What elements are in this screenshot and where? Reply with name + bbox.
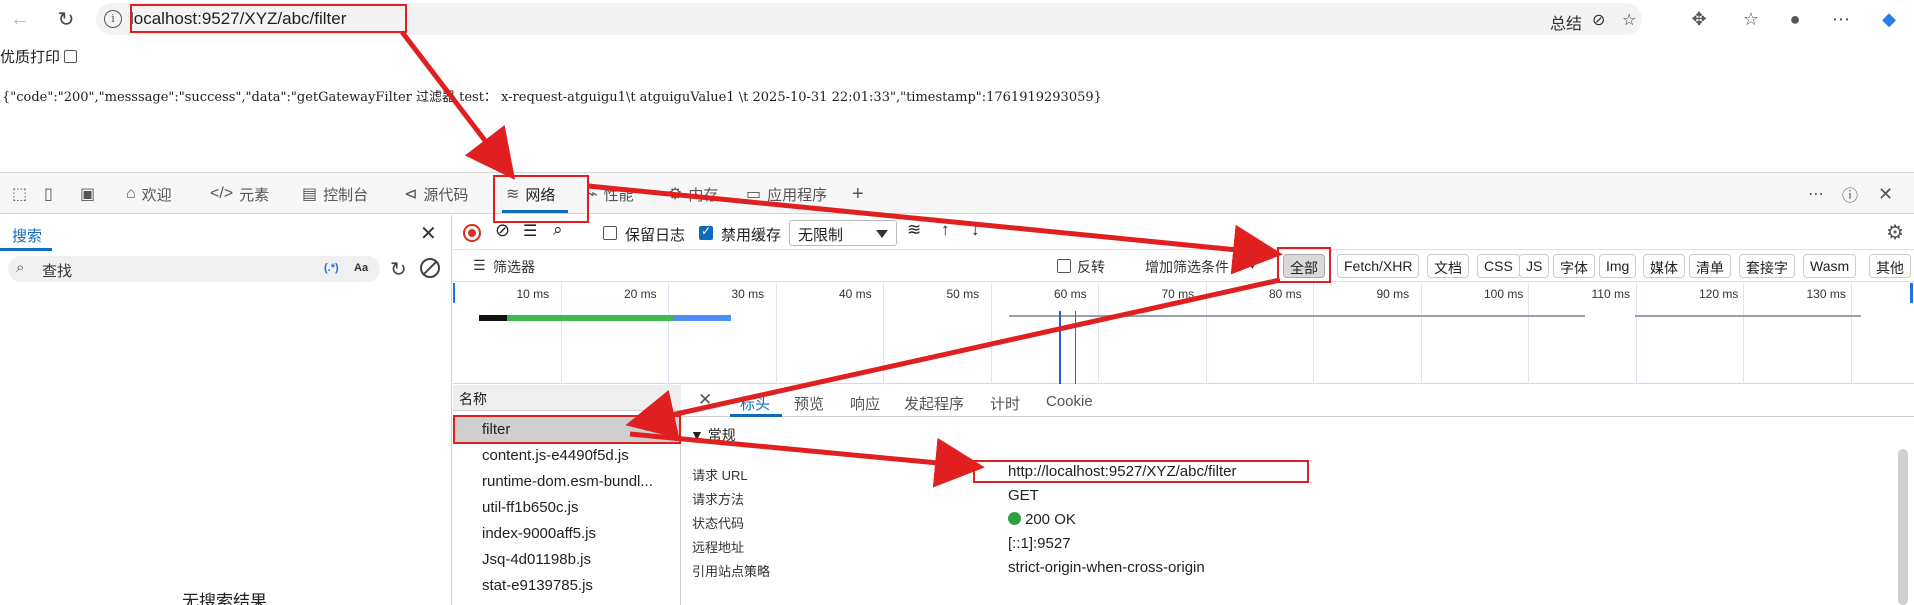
arrow-filter-to-url — [629, 431, 985, 488]
arrow-all-to-filter — [625, 277, 1281, 439]
url-highlight-box — [130, 4, 407, 33]
network-tab-highlight-box — [493, 175, 589, 223]
screenshot-root: ← ↻ i localhost:9527/XYZ/abc/filter 总结 ⊘… — [0, 0, 1914, 605]
arrow-url-to-network — [400, 30, 516, 180]
request-url-highlight-box — [973, 460, 1309, 483]
arrow-network-to-all — [587, 183, 1283, 275]
annotation-overlay — [130, 4, 1331, 488]
all-filter-highlight-box — [1277, 247, 1331, 283]
